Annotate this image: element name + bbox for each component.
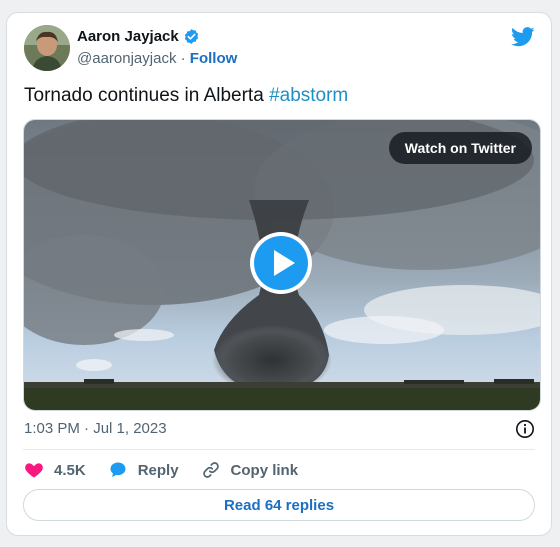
info-icon[interactable] xyxy=(515,419,535,439)
avatar[interactable] xyxy=(24,25,70,71)
divider xyxy=(23,449,535,450)
verified-badge-icon xyxy=(183,28,200,45)
reply-bubble-icon xyxy=(110,462,126,478)
action-bar: 4.5K Reply Copy link xyxy=(24,459,320,481)
hashtag-link[interactable]: #abstorm xyxy=(269,85,348,106)
video-thumbnail[interactable]: Watch on Twitter xyxy=(23,119,541,411)
tweet-card: Aaron Jayjack @aaronjayjack · Follow Tor… xyxy=(6,12,552,536)
tweet-text: Tornado continues in Alberta #abstorm xyxy=(24,85,348,107)
watch-on-twitter-button[interactable]: Watch on Twitter xyxy=(388,132,532,164)
follow-button[interactable]: Follow xyxy=(190,50,238,67)
author-name-row: Aaron Jayjack xyxy=(77,28,200,45)
twitter-bird-icon[interactable] xyxy=(511,27,535,47)
read-replies-button[interactable]: Read 64 replies xyxy=(23,489,535,521)
play-icon[interactable] xyxy=(248,230,314,296)
copy-link-button[interactable]: Copy link xyxy=(201,460,299,480)
heart-icon xyxy=(25,463,43,478)
author-handle-row: @aaronjayjack · Follow xyxy=(77,50,237,67)
copy-link-label: Copy link xyxy=(230,461,299,479)
author-display-name[interactable]: Aaron Jayjack xyxy=(77,28,179,45)
like-count: 4.5K xyxy=(54,461,86,479)
author-handle[interactable]: @aaronjayjack xyxy=(77,50,176,67)
tweet-body: Tornado continues in Alberta xyxy=(24,85,270,106)
handle-separator: · xyxy=(180,50,190,67)
reply-label: Reply xyxy=(137,461,179,479)
tweet-timestamp[interactable]: 1:03 PM · Jul 1, 2023 xyxy=(24,420,167,437)
like-button[interactable]: 4.5K xyxy=(24,460,86,480)
reply-button[interactable]: Reply xyxy=(108,460,179,480)
link-icon xyxy=(202,462,219,478)
